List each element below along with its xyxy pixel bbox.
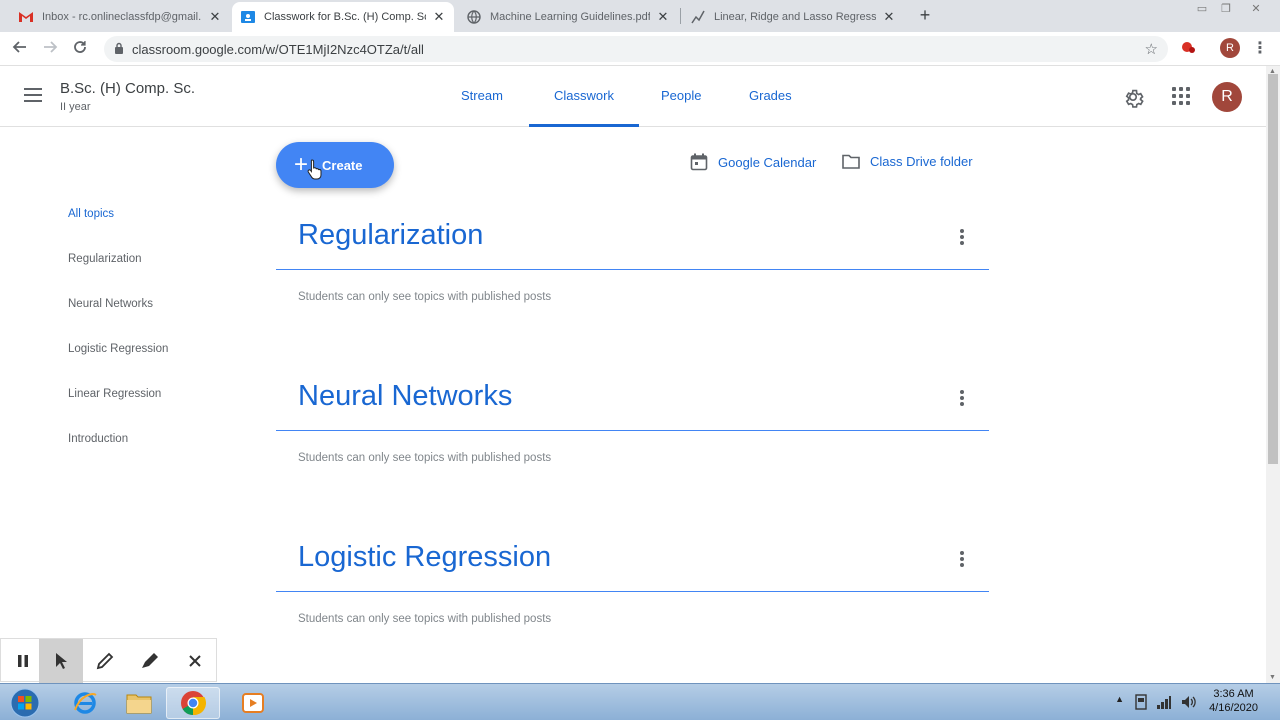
taskbar-clock[interactable]: 3:36 AM 4/16/2020	[1209, 687, 1258, 715]
pointer-tool-icon[interactable]	[39, 639, 83, 683]
sidebar-item-all-topics[interactable]: All topics	[68, 208, 114, 220]
topic-more-options-icon[interactable]	[960, 390, 964, 406]
restore-window-icon[interactable]: ❐	[1216, 2, 1236, 16]
create-button[interactable]: + Create	[276, 142, 394, 188]
bookmark-star-icon[interactable]: ☆	[1145, 40, 1158, 58]
topic-divider	[276, 269, 989, 270]
topic-note: Students can only see topics with publis…	[298, 613, 552, 625]
forward-arrow-icon[interactable]	[40, 39, 60, 59]
close-tab-icon[interactable]: ✕	[432, 9, 446, 25]
class-title[interactable]: B.Sc. (H) Comp. Sc.	[60, 80, 195, 97]
highlighter-tool-icon[interactable]	[128, 639, 172, 683]
sidebar-item-introduction[interactable]: Introduction	[68, 433, 128, 445]
reload-icon[interactable]	[70, 39, 90, 59]
internet-explorer-icon[interactable]	[58, 687, 112, 719]
account-avatar[interactable]: R	[1212, 82, 1242, 112]
topic-note: Students can only see topics with publis…	[298, 452, 552, 464]
tab-people[interactable]: People	[661, 88, 701, 127]
classroom-header: B.Sc. (H) Comp. Sc. II year Stream Class…	[0, 66, 1266, 127]
windows-logo-icon	[10, 688, 40, 718]
start-button[interactable]	[0, 687, 50, 719]
tab-regression[interactable]: Linear, Ridge and Lasso Regressi ✕	[682, 2, 904, 32]
topic-title[interactable]: Logistic Regression	[298, 541, 551, 574]
address-bar[interactable]: classroom.google.com/w/OTE1MjI2Nzc4OTZa/…	[104, 36, 1168, 62]
browser-tab-strip: Inbox - rc.onlineclassfdp@gmail. ✕ Class…	[0, 0, 1280, 32]
chrome-taskbar-icon[interactable]	[166, 687, 220, 719]
tab-title: Inbox - rc.onlineclassfdp@gmail.	[42, 11, 202, 23]
minimize-window-icon[interactable]: ▭	[1192, 2, 1212, 16]
folder-icon	[842, 154, 860, 169]
new-tab-button[interactable]: +	[916, 6, 934, 26]
url-text: classroom.google.com/w/OTE1MjI2Nzc4OTZa/…	[132, 42, 424, 57]
topic-divider	[276, 430, 989, 431]
close-tab-icon[interactable]: ✕	[656, 9, 670, 25]
topic-title[interactable]: Neural Networks	[298, 380, 512, 413]
google-apps-icon[interactable]	[1172, 87, 1190, 105]
settings-gear-icon[interactable]	[1122, 86, 1144, 108]
classroom-icon	[240, 10, 256, 24]
back-arrow-icon[interactable]	[10, 39, 30, 59]
close-tab-icon[interactable]: ✕	[208, 9, 222, 25]
topic-divider	[276, 591, 989, 592]
sidebar-item-regularization[interactable]: Regularization	[68, 253, 142, 265]
extension-icon[interactable]	[1178, 39, 1198, 59]
device-icon[interactable]	[1134, 694, 1148, 710]
topic-more-options-icon[interactable]	[960, 551, 964, 567]
close-window-icon[interactable]: ✕	[1246, 2, 1266, 16]
clock-date: 4/16/2020	[1209, 702, 1258, 714]
sidebar-item-neural-networks[interactable]: Neural Networks	[68, 298, 153, 310]
show-hidden-icons-icon[interactable]: ▲	[1115, 694, 1124, 704]
recorder-toolbar	[0, 638, 217, 683]
network-signal-icon[interactable]	[1156, 694, 1172, 710]
close-recorder-icon[interactable]	[173, 639, 217, 683]
clock-time: 3:36 AM	[1213, 688, 1254, 700]
browser-toolbar: classroom.google.com/w/OTE1MjI2Nzc4OTZa/…	[0, 32, 1280, 66]
sidebar-item-linear-regression[interactable]: Linear Regression	[68, 388, 161, 400]
close-tab-icon[interactable]: ✕	[882, 9, 896, 25]
globe-icon	[466, 10, 482, 24]
media-player-icon[interactable]	[226, 687, 280, 719]
topic-note: Students can only see topics with publis…	[298, 291, 552, 303]
class-drive-folder-link[interactable]: Class Drive folder	[842, 153, 973, 169]
scrollbar-thumb[interactable]	[1268, 74, 1278, 464]
google-calendar-link[interactable]: Google Calendar	[690, 153, 816, 171]
pen-tool-icon[interactable]	[83, 639, 127, 683]
tab-separator	[680, 8, 681, 24]
browser-menu-icon[interactable]: ⋮	[1250, 39, 1270, 59]
calendar-icon	[690, 153, 708, 171]
hamburger-menu-icon[interactable]	[24, 88, 42, 102]
sidebar-item-logistic-regression[interactable]: Logistic Regression	[68, 343, 168, 355]
page-scrollbar[interactable]: ▲ ▼	[1266, 66, 1280, 683]
tab-title: Classwork for B.Sc. (H) Comp. Sc	[264, 11, 426, 23]
tab-title: Machine Learning Guidelines.pdf	[490, 11, 650, 23]
tab-classroom[interactable]: Classwork for B.Sc. (H) Comp. Sc ✕	[232, 2, 454, 32]
hand-cursor-icon	[307, 159, 322, 180]
tab-pdf[interactable]: Machine Learning Guidelines.pdf ✕	[458, 2, 678, 32]
profile-avatar[interactable]: R	[1220, 38, 1240, 58]
tab-gmail[interactable]: Inbox - rc.onlineclassfdp@gmail. ✕	[10, 2, 230, 32]
tab-title: Linear, Ridge and Lasso Regressi	[714, 11, 876, 23]
topic-title[interactable]: Regularization	[298, 219, 483, 252]
tab-classwork[interactable]: Classwork	[529, 88, 639, 127]
volume-icon[interactable]	[1180, 694, 1196, 710]
gmail-icon	[18, 10, 34, 24]
chart-icon	[690, 10, 706, 24]
file-explorer-icon[interactable]	[112, 687, 166, 719]
lock-icon	[115, 42, 123, 54]
topic-more-options-icon[interactable]	[960, 229, 964, 245]
class-section: II year	[60, 101, 91, 113]
tab-stream[interactable]: Stream	[461, 88, 503, 127]
scroll-down-arrow-icon[interactable]: ▼	[1269, 674, 1276, 681]
tab-grades[interactable]: Grades	[749, 88, 792, 127]
windows-taskbar: ▲ 3:36 AM 4/16/2020	[0, 683, 1280, 720]
